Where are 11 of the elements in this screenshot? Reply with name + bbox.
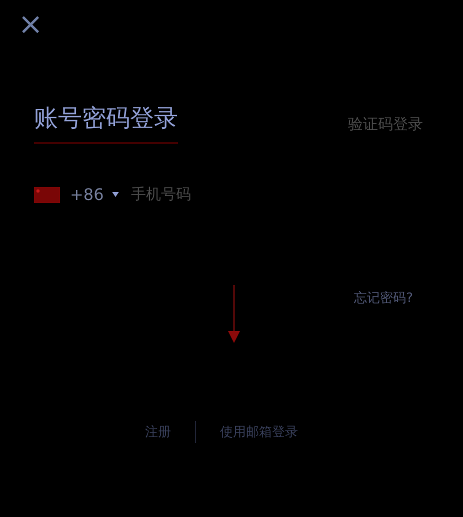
footer-link[interactable]: 注册 <box>145 423 171 441</box>
flag-icon <box>34 186 60 202</box>
forgot-password-link[interactable]: 忘记密码? <box>354 289 413 307</box>
close-button[interactable]: × <box>18 12 44 38</box>
login-tab[interactable]: 验证码登录 <box>348 115 423 144</box>
arrow-annotation <box>227 285 241 345</box>
country-code-dropdown[interactable]: +86 <box>70 185 119 204</box>
login-tab[interactable]: 账号密码登录 <box>34 102 178 144</box>
phone-input-field[interactable]: 手机号码 <box>128 184 329 205</box>
caret-icon <box>112 192 119 197</box>
footer-link[interactable]: 使用邮箱登录 <box>220 423 298 441</box>
